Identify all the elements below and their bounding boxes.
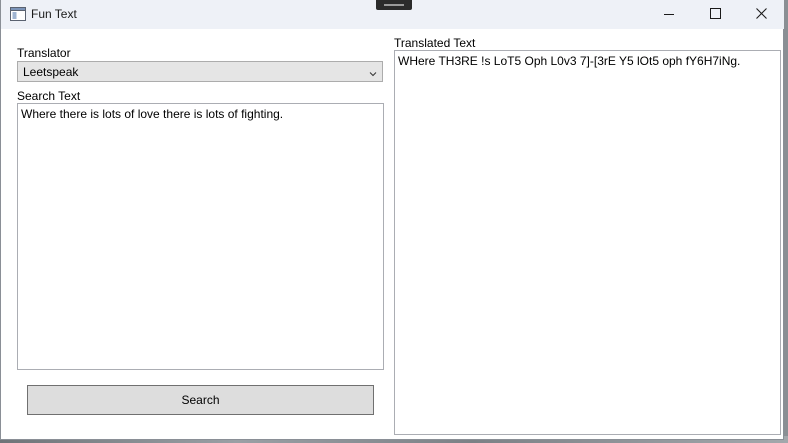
app-window-icon bbox=[10, 7, 26, 21]
translator-dropdown[interactable]: Leetspeak bbox=[17, 61, 383, 82]
translated-text-label: Translated Text bbox=[394, 36, 476, 50]
search-text-label: Search Text bbox=[17, 89, 81, 103]
search-text-input[interactable]: Where there is lots of love there is lot… bbox=[17, 103, 384, 370]
translator-selected-value: Leetspeak bbox=[23, 65, 79, 79]
app-window: Fun Text Translator Leetspeak Search Tex… bbox=[0, 0, 784, 440]
search-button[interactable]: Search bbox=[27, 385, 374, 415]
minimize-button[interactable] bbox=[646, 0, 692, 29]
title-bar[interactable]: Fun Text bbox=[1, 0, 784, 29]
translated-text-output[interactable]: WHere TH3RE !s LoT5 Oph L0v3 7]-[3rE Y5 … bbox=[394, 50, 781, 435]
chevron-down-icon bbox=[369, 67, 377, 77]
maximize-button[interactable] bbox=[692, 0, 738, 29]
close-button[interactable] bbox=[738, 0, 784, 29]
window-title: Fun Text bbox=[31, 7, 77, 21]
minimize-icon bbox=[664, 8, 674, 22]
maximize-icon bbox=[709, 7, 721, 22]
close-icon bbox=[755, 7, 767, 22]
translator-label: Translator bbox=[17, 46, 71, 60]
snap-layout-handle[interactable] bbox=[376, 0, 412, 10]
